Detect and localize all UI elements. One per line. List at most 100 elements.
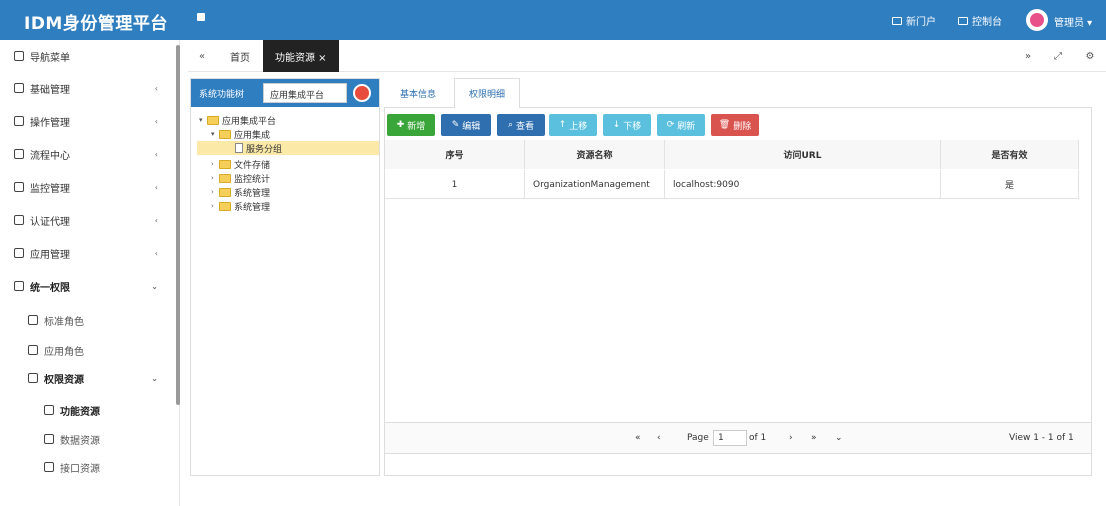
sidebar-item-standard-roles[interactable]: 标准角色 bbox=[0, 304, 178, 336]
view-button[interactable]: ⌕ 查看 bbox=[497, 114, 545, 136]
move-up-button[interactable]: ↑ 上移 bbox=[549, 114, 597, 136]
fullscreen-icon[interactable]: ⤢ bbox=[1044, 40, 1072, 72]
chart-icon bbox=[14, 182, 24, 192]
sidebar-item-resources[interactable]: 权限资源 ⌄ bbox=[0, 362, 178, 394]
caret-down-icon[interactable]: ▾ bbox=[211, 130, 219, 138]
table-header: 序号 资源名称 访问URL 是否有效 bbox=[385, 140, 1079, 169]
cell-valid: 是 bbox=[941, 170, 1079, 199]
tab-basic-info[interactable]: 基本信息 bbox=[386, 78, 450, 108]
menu-toggle-icon[interactable] bbox=[197, 13, 207, 23]
sidebar-item-ops[interactable]: 操作管理 ‹ bbox=[0, 105, 178, 137]
tree-header-label: 系统功能树 bbox=[199, 90, 245, 100]
tag-icon bbox=[44, 434, 54, 444]
tree-node-label: 服务分组 bbox=[246, 144, 283, 155]
tab-permission-detail[interactable]: 权限明细 bbox=[454, 78, 521, 109]
cell-index: 1 bbox=[385, 170, 525, 199]
tree-node-label: 系统管理 bbox=[234, 202, 271, 213]
monitor-icon bbox=[958, 16, 968, 25]
tab-function-resources[interactable]: 功能资源 × bbox=[263, 40, 339, 72]
tree-node[interactable]: › 系统管理 bbox=[211, 185, 270, 199]
refresh-icon: ⟳ bbox=[666, 120, 675, 130]
last-page-button[interactable]: » bbox=[811, 433, 817, 443]
chevron-down-icon: ⌄ bbox=[151, 282, 158, 291]
user-menu[interactable]: 管理员 ▾ bbox=[1054, 14, 1092, 29]
tag-icon bbox=[44, 405, 54, 415]
tag-icon bbox=[28, 345, 38, 355]
sidebar-scrollbar[interactable] bbox=[176, 45, 180, 405]
sidebar-item-api-resources[interactable]: 接口资源 bbox=[0, 451, 178, 483]
caret-right-icon[interactable]: › bbox=[211, 160, 219, 168]
caret-right-icon[interactable]: › bbox=[211, 188, 219, 196]
header-name[interactable]: 资源名称 bbox=[525, 140, 665, 169]
plus-icon: ✚ bbox=[396, 120, 405, 130]
folder-icon bbox=[219, 187, 231, 197]
search-icon[interactable] bbox=[353, 84, 371, 102]
tree-node-label: 监控统计 bbox=[234, 174, 271, 185]
avatar[interactable] bbox=[1026, 9, 1048, 31]
sidebar: 导航菜单 基础管理 ‹ 操作管理 ‹ 流程中心 ‹ 监控管理 ‹ 认证代理 ‹ … bbox=[0, 40, 180, 506]
sidebar-item-label: 功能资源 bbox=[60, 406, 100, 418]
tabs-forward-button[interactable]: » bbox=[1014, 40, 1042, 72]
document-icon bbox=[235, 143, 243, 153]
sidebar-item-label: 应用管理 bbox=[30, 249, 70, 261]
add-button[interactable]: ✚ 新增 bbox=[387, 114, 435, 136]
tree-node-selected[interactable]: 服务分组 bbox=[197, 141, 379, 155]
header-valid[interactable]: 是否有效 bbox=[941, 140, 1079, 169]
tabs-back-button[interactable]: « bbox=[188, 40, 216, 72]
top-header: IDM身份管理平台 新门户 控制台 管理员 ▾ bbox=[0, 0, 1106, 40]
delete-button[interactable]: 🗑 删除 bbox=[711, 114, 759, 136]
sidebar-item-nav[interactable]: 导航菜单 bbox=[0, 40, 178, 72]
tree-node[interactable]: ▾ 应用集成 bbox=[211, 127, 270, 141]
refresh-button[interactable]: ⟳ 刷新 bbox=[657, 114, 705, 136]
view-label: 查看 bbox=[516, 121, 535, 132]
tree-node-label: 应用集成 bbox=[234, 130, 271, 141]
next-page-button[interactable]: › bbox=[789, 433, 793, 443]
move-down-button[interactable]: ↓ 下移 bbox=[603, 114, 651, 136]
page-input[interactable]: 1 bbox=[713, 430, 747, 446]
header-index[interactable]: 序号 bbox=[385, 140, 525, 169]
tree-node[interactable]: ▾ 应用集成平台 bbox=[199, 113, 276, 127]
sidebar-item-permissions[interactable]: 统一权限 ⌄ bbox=[0, 270, 178, 302]
prev-page-button[interactable]: ‹ bbox=[657, 433, 661, 443]
portal-link[interactable]: 新门户 bbox=[892, 13, 936, 28]
first-page-button[interactable]: « bbox=[635, 433, 641, 443]
caret-down-icon[interactable]: ▾ bbox=[199, 116, 207, 124]
tab-home[interactable]: 首页 bbox=[218, 40, 262, 72]
sidebar-item-auth[interactable]: 认证代理 ‹ bbox=[0, 204, 178, 236]
table-row[interactable]: 1 OrganizationManagement localhost:9090 … bbox=[385, 170, 1079, 199]
sidebar-item-monitor[interactable]: 监控管理 ‹ bbox=[0, 171, 178, 203]
tree-node-label: 文件存储 bbox=[234, 160, 271, 171]
shuffle-icon bbox=[14, 149, 24, 159]
portal-label: 新门户 bbox=[906, 17, 936, 28]
tree-node[interactable]: › 系统管理 bbox=[211, 199, 270, 213]
chevron-left-icon: ‹ bbox=[154, 117, 158, 126]
console-link[interactable]: 控制台 bbox=[958, 13, 1002, 28]
tag-icon bbox=[28, 315, 38, 325]
sidebar-item-basic[interactable]: 基础管理 ‹ bbox=[0, 72, 178, 104]
wrench-icon bbox=[14, 116, 24, 126]
sidebar-item-label: 数据资源 bbox=[60, 435, 100, 447]
sidebar-item-label: 统一权限 bbox=[30, 282, 70, 294]
shield-icon bbox=[14, 215, 24, 225]
settings-icon[interactable]: ⚙ bbox=[1076, 40, 1104, 72]
chevron-left-icon: ‹ bbox=[154, 216, 158, 225]
page-label: Page bbox=[687, 433, 709, 443]
sidebar-item-flow[interactable]: 流程中心 ‹ bbox=[0, 138, 178, 170]
detail-tabs: 基本信息 权限明细 bbox=[384, 78, 1092, 109]
chevron-down-icon: ⌄ bbox=[151, 374, 158, 383]
folder-icon bbox=[219, 173, 231, 183]
caret-right-icon[interactable]: › bbox=[211, 174, 219, 182]
tag-icon bbox=[44, 462, 54, 472]
tree-node[interactable]: › 监控统计 bbox=[211, 171, 270, 185]
sidebar-item-function-resources[interactable]: 功能资源 bbox=[0, 394, 178, 426]
page-size-select[interactable]: ⌄ bbox=[835, 433, 843, 443]
system-select[interactable]: 应用集成平台 bbox=[263, 83, 347, 103]
tree-node-label: 应用集成平台 bbox=[222, 116, 277, 127]
page-tabs-bar: « 首页 功能资源 × » ⤢ ⚙ bbox=[188, 40, 1106, 72]
caret-right-icon[interactable]: › bbox=[211, 202, 219, 210]
sidebar-item-apps[interactable]: 应用管理 ‹ bbox=[0, 237, 178, 269]
tree-node[interactable]: › 文件存储 bbox=[211, 157, 270, 171]
delete-label: 删除 bbox=[733, 121, 752, 132]
edit-button[interactable]: ✎ 编辑 bbox=[441, 114, 491, 136]
header-url[interactable]: 访问URL bbox=[665, 140, 941, 169]
